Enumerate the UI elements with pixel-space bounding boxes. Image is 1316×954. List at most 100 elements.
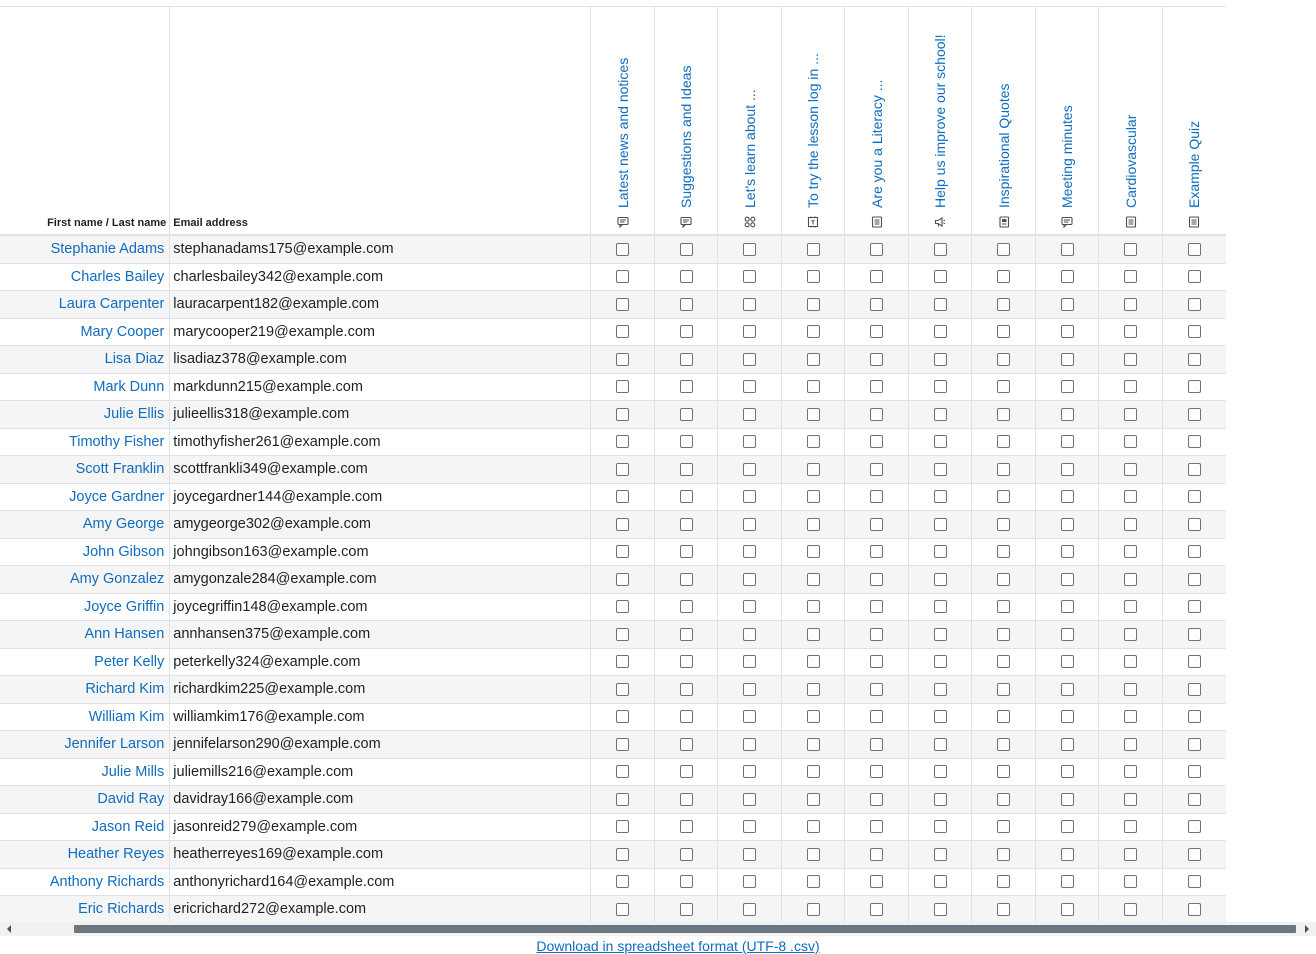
completion-checkbox[interactable] [870,490,884,504]
completion-checkbox[interactable] [616,242,630,256]
completion-checkbox[interactable] [806,407,820,421]
completion-checkbox[interactable] [1187,407,1201,421]
completion-checkbox[interactable] [679,380,693,394]
activity-header-8[interactable]: Meeting minutes [1034,6,1099,236]
completion-checkbox[interactable] [870,380,884,394]
completion-checkbox[interactable] [743,737,757,751]
student-name-link[interactable]: Ann Hansen [0,626,169,642]
student-name-link[interactable]: Stephanie Adams [0,241,169,257]
completion-checkbox[interactable] [743,682,757,696]
completion-checkbox[interactable] [1060,490,1074,504]
completion-checkbox[interactable] [997,517,1011,531]
completion-checkbox[interactable] [806,435,820,449]
activity-header-6[interactable]: Help us improve our school! [907,6,972,236]
student-name-link[interactable]: John Gibson [0,544,169,560]
completion-checkbox[interactable] [1124,462,1138,476]
student-name-link[interactable]: Timothy Fisher [0,434,169,450]
student-name-link[interactable]: Joyce Griffin [0,599,169,615]
completion-checkbox[interactable] [870,572,884,586]
completion-checkbox[interactable] [679,682,693,696]
completion-checkbox[interactable] [743,902,757,916]
completion-checkbox[interactable] [1124,765,1138,779]
completion-checkbox[interactable] [616,627,630,641]
completion-checkbox[interactable] [1187,517,1201,531]
completion-checkbox[interactable] [806,352,820,366]
student-name-link[interactable]: Laura Carpenter [0,296,169,312]
completion-checkbox[interactable] [806,737,820,751]
completion-checkbox[interactable] [679,710,693,724]
completion-checkbox[interactable] [806,545,820,559]
completion-checkbox[interactable] [679,407,693,421]
completion-checkbox[interactable] [1187,270,1201,284]
completion-checkbox[interactable] [806,270,820,284]
completion-checkbox[interactable] [806,792,820,806]
activity-link[interactable]: Meeting minutes [1059,12,1075,208]
completion-checkbox[interactable] [616,407,630,421]
completion-checkbox[interactable] [997,627,1011,641]
scroll-right-arrow-icon[interactable] [1305,925,1309,933]
completion-checkbox[interactable] [679,242,693,256]
completion-checkbox[interactable] [933,490,947,504]
completion-checkbox[interactable] [679,655,693,669]
completion-checkbox[interactable] [743,710,757,724]
completion-checkbox[interactable] [616,682,630,696]
completion-checkbox[interactable] [806,820,820,834]
completion-checkbox[interactable] [933,792,947,806]
student-name-link[interactable]: Amy George [0,516,169,532]
completion-checkbox[interactable] [870,242,884,256]
completion-checkbox[interactable] [743,380,757,394]
completion-checkbox[interactable] [997,847,1011,861]
completion-checkbox[interactable] [1124,380,1138,394]
completion-checkbox[interactable] [1187,737,1201,751]
student-name-link[interactable]: Jennifer Larson [0,736,169,752]
completion-checkbox[interactable] [806,875,820,889]
completion-checkbox[interactable] [997,545,1011,559]
completion-checkbox[interactable] [1124,737,1138,751]
completion-checkbox[interactable] [743,462,757,476]
completion-checkbox[interactable] [1124,325,1138,339]
activity-link[interactable]: Suggestions and Ideas [678,12,694,208]
completion-checkbox[interactable] [997,297,1011,311]
completion-checkbox[interactable] [870,682,884,696]
completion-checkbox[interactable] [806,380,820,394]
completion-checkbox[interactable] [806,242,820,256]
completion-checkbox[interactable] [616,875,630,889]
completion-checkbox[interactable] [997,902,1011,916]
student-name-link[interactable]: Amy Gonzalez [0,571,169,587]
completion-checkbox[interactable] [743,517,757,531]
activity-header-3[interactable]: Let's learn about ... [717,6,782,236]
completion-checkbox[interactable] [997,710,1011,724]
completion-checkbox[interactable] [870,270,884,284]
completion-checkbox[interactable] [1124,847,1138,861]
activity-link[interactable]: Let's learn about ... [742,12,758,208]
activity-header-5[interactable]: Are you a Literacy ... [844,6,909,236]
completion-checkbox[interactable] [1060,325,1074,339]
completion-checkbox[interactable] [933,710,947,724]
completion-checkbox[interactable] [616,710,630,724]
completion-checkbox[interactable] [743,792,757,806]
completion-checkbox[interactable] [933,270,947,284]
student-name-link[interactable]: Heather Reyes [0,846,169,862]
completion-checkbox[interactable] [870,820,884,834]
student-name-link[interactable]: Mary Cooper [0,324,169,340]
completion-checkbox[interactable] [997,407,1011,421]
completion-checkbox[interactable] [997,380,1011,394]
completion-checkbox[interactable] [616,270,630,284]
completion-checkbox[interactable] [870,765,884,779]
completion-checkbox[interactable] [997,325,1011,339]
completion-checkbox[interactable] [870,545,884,559]
completion-checkbox[interactable] [679,847,693,861]
completion-checkbox[interactable] [933,380,947,394]
completion-checkbox[interactable] [616,655,630,669]
completion-checkbox[interactable] [1060,297,1074,311]
completion-checkbox[interactable] [1060,352,1074,366]
completion-checkbox[interactable] [616,380,630,394]
completion-checkbox[interactable] [1124,600,1138,614]
completion-checkbox[interactable] [1187,297,1201,311]
completion-checkbox[interactable] [1187,545,1201,559]
completion-checkbox[interactable] [616,600,630,614]
activity-header-10[interactable]: Example Quiz [1161,6,1226,236]
completion-checkbox[interactable] [616,297,630,311]
download-csv-link[interactable]: Download in spreadsheet format (UTF-8 .c… [0,938,1316,954]
completion-checkbox[interactable] [1060,737,1074,751]
